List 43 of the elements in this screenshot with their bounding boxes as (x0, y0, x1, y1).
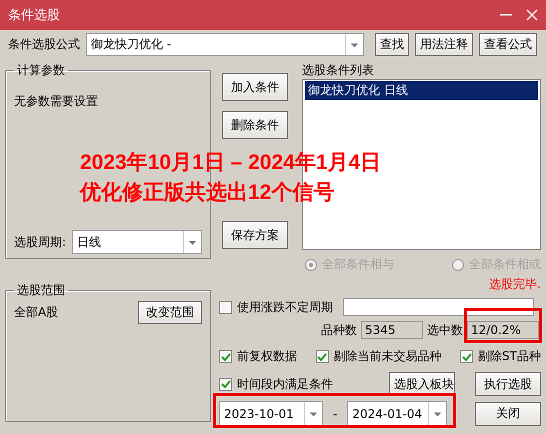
action-button[interactable]: 执行选股 (475, 372, 541, 396)
params-message: 无参数需要设置 (14, 93, 99, 110)
scope-value: 全部A股 (14, 304, 58, 321)
checkbox-option[interactable]: 剔除当前未交易品种 (316, 348, 442, 365)
toolbar-button[interactable]: 查找 (375, 33, 409, 56)
count-field: 12/0.2% (467, 321, 539, 339)
toolbar-button[interactable]: 查看公式 (479, 33, 537, 56)
count-field: 5345 (361, 321, 423, 339)
formula-combo[interactable]: 御龙快刀优化 - (86, 33, 364, 56)
checkbox[interactable] (316, 350, 329, 363)
close-button[interactable]: 关闭 (475, 402, 541, 426)
checkbox[interactable] (219, 350, 232, 363)
date-separator: - (333, 406, 338, 420)
change-scope-button[interactable]: 改变范围 (138, 301, 202, 324)
annotation-text: 2023年10月1日 – 2024年1月4日 (80, 150, 382, 176)
window-title: 条件选股 (8, 7, 60, 24)
checkbox-option[interactable]: 前复权数据 (219, 348, 297, 365)
count-label: 选中数 (427, 322, 463, 338)
toolbar-button[interactable]: 用法注释 (415, 33, 473, 56)
checkbox[interactable] (460, 350, 474, 363)
period-combo[interactable]: 日线 (72, 230, 202, 254)
period-field[interactable] (343, 298, 534, 316)
group-title: 选股范围 (16, 282, 66, 299)
status-text: 选股完毕. (489, 276, 541, 293)
group-title: 计算参数 (16, 62, 66, 79)
count-label: 品种数 (321, 322, 357, 338)
checkbox-option[interactable]: 剔除ST品种 (460, 348, 541, 365)
start-date-combo[interactable]: 2023-10-01 (219, 401, 323, 426)
condition-item[interactable]: 御龙快刀优化 日线 (305, 81, 538, 100)
checkbox-option[interactable]: 使用涨跌不定周期 (219, 298, 333, 316)
condition-button[interactable]: 删除条件 (222, 111, 288, 139)
condition-button[interactable]: 加入条件 (222, 73, 288, 101)
period-label: 选股周期: (14, 234, 66, 250)
checkbox[interactable] (219, 378, 232, 390)
minimize-icon[interactable] (500, 14, 512, 16)
close-icon[interactable] (526, 9, 538, 21)
checkbox[interactable] (219, 300, 232, 314)
annotation-text: 优化修正版共选出12个信号 (80, 180, 336, 206)
checkbox-option[interactable]: 时间段内满足条件 (219, 376, 333, 392)
list-title: 选股条件列表 (302, 62, 376, 79)
end-date-combo[interactable]: 2024-01-04 (347, 401, 448, 426)
formula-label: 条件选股公式 (8, 36, 80, 53)
condition-button[interactable]: 保存方案 (222, 221, 288, 249)
